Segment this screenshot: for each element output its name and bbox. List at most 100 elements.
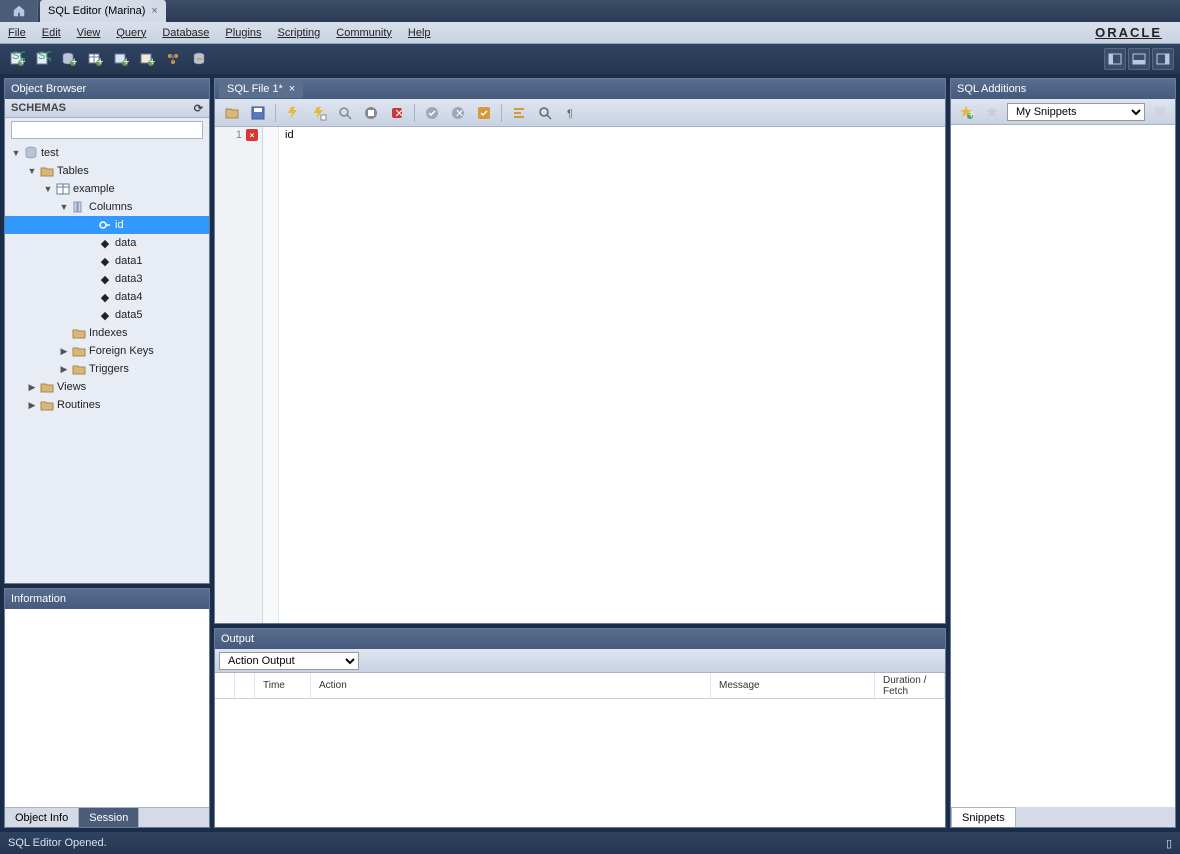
- close-icon[interactable]: ×: [289, 83, 295, 95]
- menu-scripting[interactable]: Scripting: [278, 27, 321, 39]
- tree-column-data5[interactable]: ◆data5: [5, 306, 209, 324]
- oracle-logo: ORACLE: [1095, 25, 1162, 40]
- svg-text:¶: ¶: [567, 108, 573, 120]
- table-icon: [56, 182, 70, 196]
- key-icon: [98, 218, 112, 232]
- code-area[interactable]: id: [279, 127, 945, 623]
- menu-edit[interactable]: Edit: [42, 27, 61, 39]
- beautify-button[interactable]: [508, 102, 530, 124]
- tree-column-data3[interactable]: ◆data3: [5, 270, 209, 288]
- svg-text:+: +: [71, 56, 77, 67]
- layout-left-button[interactable]: [1104, 48, 1126, 70]
- tree-triggers[interactable]: Triggers: [5, 360, 209, 378]
- tree-fkeys-label: Foreign Keys: [89, 345, 154, 357]
- new-sql-tab-button[interactable]: SQL+: [6, 48, 28, 70]
- commit-button[interactable]: [421, 102, 443, 124]
- layout-bottom-button[interactable]: [1128, 48, 1150, 70]
- editor-body[interactable]: 1× id: [215, 127, 945, 623]
- svg-text:+: +: [149, 56, 155, 67]
- menu-query[interactable]: Query: [116, 27, 146, 39]
- add-snippet-button[interactable]: +: [955, 101, 977, 123]
- editor-gutter: 1×: [215, 127, 263, 623]
- add-schema-button[interactable]: +: [58, 48, 80, 70]
- add-view-button[interactable]: +: [110, 48, 132, 70]
- diamond-icon: ◆: [98, 254, 112, 268]
- title-tab[interactable]: SQL Editor (Marina) ×: [40, 0, 166, 22]
- tree-table-example[interactable]: example: [5, 180, 209, 198]
- tree-views[interactable]: Views: [5, 378, 209, 396]
- toggle-whitespace-button[interactable]: ¶: [560, 102, 582, 124]
- stop-button[interactable]: [360, 102, 382, 124]
- schema-search-input[interactable]: [11, 121, 203, 139]
- svg-text:✕: ✕: [455, 108, 464, 120]
- layout-right-button[interactable]: [1152, 48, 1174, 70]
- rollback-button[interactable]: ✕: [447, 102, 469, 124]
- tab-session[interactable]: Session: [79, 808, 139, 827]
- refresh-icon[interactable]: ⟳: [194, 102, 203, 115]
- reconnect-button[interactable]: [188, 48, 210, 70]
- model-button[interactable]: [162, 48, 184, 70]
- tab-object-info[interactable]: Object Info: [5, 808, 79, 827]
- tree-tables[interactable]: Tables: [5, 162, 209, 180]
- sql-additions-header: SQL Additions: [951, 79, 1175, 99]
- menu-view[interactable]: View: [77, 27, 101, 39]
- svg-text:+: +: [968, 109, 974, 120]
- tree-indexes[interactable]: Indexes: [5, 324, 209, 342]
- menu-community[interactable]: Community: [336, 27, 392, 39]
- autocommit-button[interactable]: [473, 102, 495, 124]
- home-tab[interactable]: [0, 0, 38, 22]
- output-type-select[interactable]: Action Output: [219, 652, 359, 670]
- tree-column-data1[interactable]: ◆data1: [5, 252, 209, 270]
- tree-routines[interactable]: Routines: [5, 396, 209, 414]
- tree-columns[interactable]: Columns: [5, 198, 209, 216]
- tree-fkeys[interactable]: Foreign Keys: [5, 342, 209, 360]
- svg-text:+: +: [97, 56, 103, 67]
- editor-tab-label: SQL File 1*: [227, 83, 283, 95]
- tree-column-data4[interactable]: ◆data4: [5, 288, 209, 306]
- editor-panel: SQL File 1* × ✕ ✕ ¶: [214, 78, 946, 624]
- svg-text:SQL: SQL: [38, 51, 51, 62]
- execute-button[interactable]: [282, 102, 304, 124]
- find-button[interactable]: [534, 102, 556, 124]
- menu-file[interactable]: File: [8, 27, 26, 39]
- explain-button[interactable]: [334, 102, 356, 124]
- delete-snippet-button[interactable]: [981, 101, 1003, 123]
- information-panel: Information Object Info Session: [4, 588, 210, 828]
- execute-current-button[interactable]: [308, 102, 330, 124]
- menu-plugins[interactable]: Plugins: [225, 27, 261, 39]
- tree-db[interactable]: test: [5, 144, 209, 162]
- add-table-button[interactable]: +: [84, 48, 106, 70]
- tree-column-id[interactable]: id: [5, 216, 209, 234]
- titlebar: SQL Editor (Marina) ×: [0, 0, 1180, 22]
- save-file-button[interactable]: [247, 102, 269, 124]
- home-icon: [12, 4, 26, 18]
- add-routine-button[interactable]: +: [136, 48, 158, 70]
- tree-views-label: Views: [57, 381, 86, 393]
- snippets-select[interactable]: My Snippets: [1007, 103, 1145, 121]
- tree-indexes-label: Indexes: [89, 327, 128, 339]
- menu-help[interactable]: Help: [408, 27, 431, 39]
- object-browser-panel: Object Browser SCHEMAS ⟳ test Tables exa…: [4, 78, 210, 584]
- diamond-icon: ◆: [98, 272, 112, 286]
- open-file-button[interactable]: [221, 102, 243, 124]
- tree-column-data[interactable]: ◆data: [5, 234, 209, 252]
- insert-snippet-button[interactable]: [1149, 101, 1171, 123]
- tree-tables-label: Tables: [57, 165, 89, 177]
- tree-column-label: data5: [115, 309, 143, 321]
- line-number: 1: [236, 129, 242, 141]
- menu-database[interactable]: Database: [162, 27, 209, 39]
- stop-on-error-button[interactable]: ✕: [386, 102, 408, 124]
- col-message: Message: [711, 673, 875, 698]
- close-icon[interactable]: ×: [151, 5, 157, 17]
- statusbar: SQL Editor Opened. ▯: [0, 832, 1180, 854]
- output-toolbar: Action Output: [215, 649, 945, 673]
- sql-additions-panel: SQL Additions + My Snippets Snippets: [950, 78, 1176, 828]
- folder-icon: [40, 380, 54, 394]
- editor-tab-sqlfile1[interactable]: SQL File 1* ×: [219, 80, 303, 98]
- title-tab-label: SQL Editor (Marina): [48, 5, 145, 17]
- schemas-label: SCHEMAS: [11, 102, 66, 114]
- tab-snippets[interactable]: Snippets: [951, 807, 1016, 827]
- open-sql-button[interactable]: SQL: [32, 48, 54, 70]
- additions-body: [951, 125, 1175, 807]
- output-panel: Output Action Output Time Action Message…: [214, 628, 946, 828]
